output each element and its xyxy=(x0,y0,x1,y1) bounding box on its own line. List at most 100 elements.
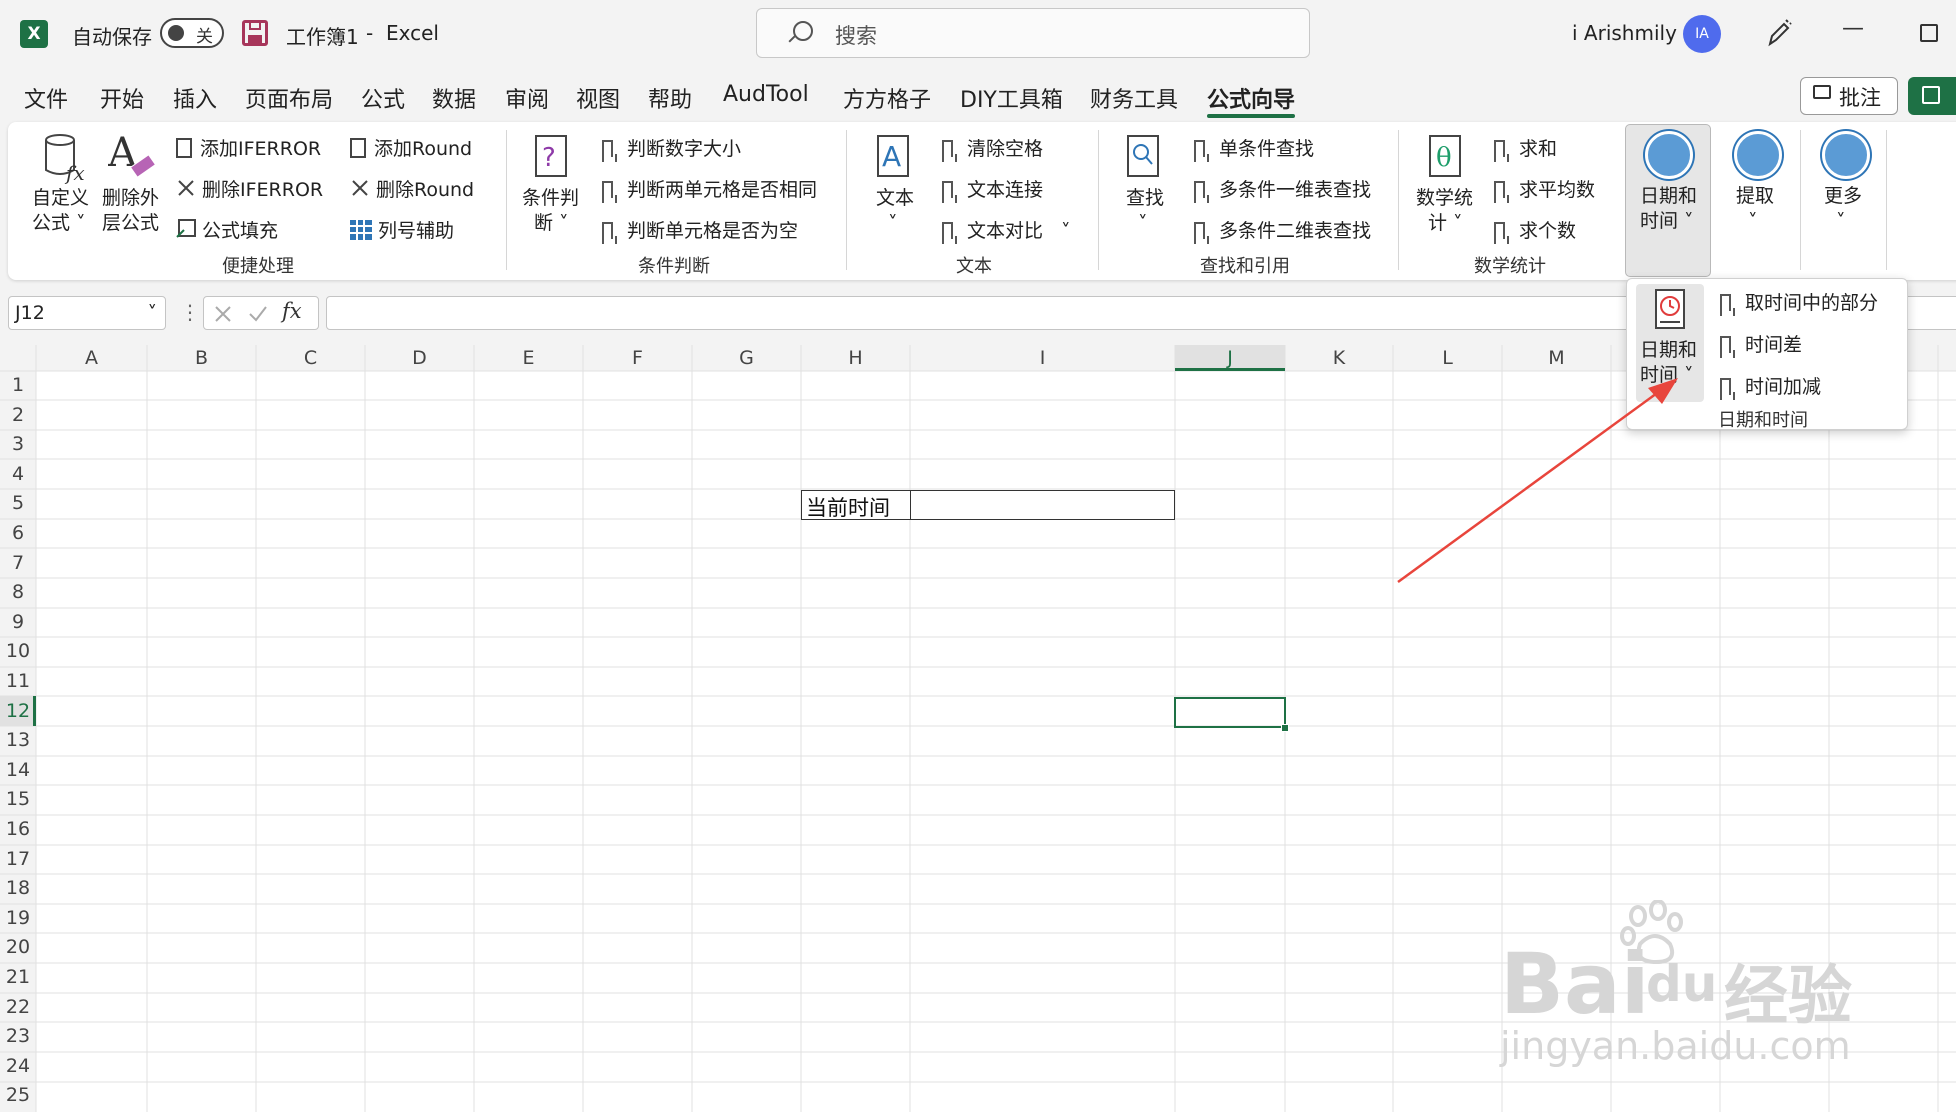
math-stats-button[interactable]: 数学统 计 ˅ xyxy=(1416,186,1473,236)
tab-fangfang[interactable]: 方方格子 xyxy=(843,82,931,114)
pen-icon[interactable] xyxy=(1766,18,1792,48)
tab-home[interactable]: 开始 xyxy=(100,82,144,114)
tab-audtool[interactable]: AudTool xyxy=(723,82,809,107)
tab-formulas[interactable]: 公式 xyxy=(361,82,405,114)
column-header-d[interactable]: D xyxy=(365,345,474,371)
more-circle-icon[interactable] xyxy=(1822,131,1870,179)
text-compare-button[interactable]: 文本对比 ˅ xyxy=(942,216,1071,244)
row-header-8[interactable]: 8 xyxy=(0,578,36,608)
judge-cell-empty-button[interactable]: 判断单元格是否为空 xyxy=(602,216,798,244)
row-header-18[interactable]: 18 xyxy=(0,874,36,904)
row-header-4[interactable]: 4 xyxy=(0,460,36,490)
column-header-g[interactable]: G xyxy=(692,345,801,371)
column-header-j[interactable]: J xyxy=(1175,345,1285,371)
comment-button[interactable]: 批注 xyxy=(1800,77,1898,115)
condition-button[interactable]: 条件判 断 ˅ xyxy=(522,186,579,236)
extract-button[interactable]: 提取 ˅ xyxy=(1736,184,1774,234)
insert-function-icon[interactable]: fx xyxy=(282,299,302,323)
add-round-button[interactable]: 添加Round xyxy=(350,134,472,161)
text-button[interactable]: 文本 ˅ xyxy=(876,186,914,236)
remove-outer-formula-button[interactable]: 删除外 层公式 xyxy=(102,186,159,236)
lookup-button[interactable]: 查找 ˅ xyxy=(1126,186,1164,236)
name-box[interactable]: J12 ˅ xyxy=(8,296,166,330)
row-header-9[interactable]: 9 xyxy=(0,608,36,638)
autosave-toggle[interactable]: 关 xyxy=(160,18,224,48)
column-header-e[interactable]: E xyxy=(474,345,583,371)
row-header-22[interactable]: 22 xyxy=(0,993,36,1023)
tab-page-layout[interactable]: 页面布局 xyxy=(245,82,333,114)
more-button[interactable]: 更多 ˅ xyxy=(1824,184,1862,234)
avatar[interactable]: IA xyxy=(1683,15,1721,53)
row-header-20[interactable]: 20 xyxy=(0,933,36,963)
tab-formula-wizard[interactable]: 公式向导 xyxy=(1207,82,1295,114)
row-header-15[interactable]: 15 xyxy=(0,785,36,815)
time-part-button[interactable]: 取时间中的部分 xyxy=(1720,288,1878,316)
column-header-f[interactable]: F xyxy=(583,345,692,371)
column-header-m[interactable]: M xyxy=(1502,345,1611,371)
minimize-icon[interactable]: — xyxy=(1842,16,1864,41)
row-header-3[interactable]: 3 xyxy=(0,430,36,460)
row-header-10[interactable]: 10 xyxy=(0,637,36,667)
column-header-c[interactable]: C xyxy=(256,345,365,371)
column-header-h[interactable]: H xyxy=(801,345,910,371)
row-header-16[interactable]: 16 xyxy=(0,815,36,845)
row-header-11[interactable]: 11 xyxy=(0,667,36,697)
column-header-l[interactable]: L xyxy=(1393,345,1502,371)
tab-help[interactable]: 帮助 xyxy=(648,82,692,114)
cell-i5[interactable] xyxy=(911,491,1174,519)
restore-icon[interactable] xyxy=(1920,24,1938,42)
share-button[interactable] xyxy=(1908,77,1956,115)
more-options-icon[interactable]: ⋮ xyxy=(180,300,200,324)
row-header-23[interactable]: 23 xyxy=(0,1022,36,1052)
column-helper-button[interactable]: 列号辅助 xyxy=(350,216,454,243)
tab-insert[interactable]: 插入 xyxy=(173,82,217,114)
multi-condition-2d-lookup-button[interactable]: 多条件二维表查找 xyxy=(1194,216,1371,244)
extract-circle-icon[interactable] xyxy=(1734,131,1782,179)
row-header-25[interactable]: 25 xyxy=(0,1081,36,1111)
sum-button[interactable]: 求和 xyxy=(1494,134,1557,162)
confirm-icon[interactable] xyxy=(248,305,268,323)
row-header-24[interactable]: 24 xyxy=(0,1052,36,1082)
row-header-7[interactable]: 7 xyxy=(0,549,36,579)
clear-spaces-button[interactable]: 清除空格 xyxy=(942,134,1043,162)
cell-h5[interactable]: 当前时间 xyxy=(806,492,890,522)
average-button[interactable]: 求平均数 xyxy=(1494,175,1595,203)
tab-finance-tools[interactable]: 财务工具 xyxy=(1090,82,1178,114)
column-header-i[interactable]: I xyxy=(910,345,1175,371)
add-iferror-button[interactable]: 添加IFERROR xyxy=(176,134,321,161)
single-condition-lookup-button[interactable]: 单条件查找 xyxy=(1194,134,1314,162)
column-header-b[interactable]: B xyxy=(147,345,256,371)
row-header-13[interactable]: 13 xyxy=(0,726,36,756)
column-header-k[interactable]: K xyxy=(1285,345,1393,371)
judge-number-size-button[interactable]: 判断数字大小 xyxy=(602,134,741,162)
text-concat-button[interactable]: 文本连接 xyxy=(942,175,1043,203)
tab-review[interactable]: 审阅 xyxy=(505,82,549,114)
time-add-subtract-button[interactable]: 时间加减 xyxy=(1720,372,1821,400)
row-header-14[interactable]: 14 xyxy=(0,756,36,786)
save-icon[interactable] xyxy=(242,20,268,46)
row-header-1[interactable]: 1 xyxy=(0,371,36,401)
row-header-12[interactable]: 12 xyxy=(0,697,36,727)
row-header-19[interactable]: 19 xyxy=(0,904,36,934)
cancel-icon[interactable] xyxy=(214,305,232,323)
formula-fill-button[interactable]: 公式填充 xyxy=(176,216,278,244)
judge-cells-same-button[interactable]: 判断两单元格是否相同 xyxy=(602,175,817,203)
column-header-a[interactable]: A xyxy=(36,345,147,371)
row-header-6[interactable]: 6 xyxy=(0,519,36,549)
remove-iferror-button[interactable]: 删除IFERROR xyxy=(176,175,323,203)
multi-condition-1d-lookup-button[interactable]: 多条件一维表查找 xyxy=(1194,175,1371,203)
custom-formula-button[interactable]: 自定义 公式 ˅ xyxy=(32,186,89,236)
remove-round-button[interactable]: 删除Round xyxy=(350,175,474,203)
row-header-2[interactable]: 2 xyxy=(0,401,36,431)
tab-diy-toolbox[interactable]: DIY工具箱 xyxy=(960,82,1063,114)
tab-data[interactable]: 数据 xyxy=(432,82,476,114)
search-box[interactable]: 搜索 xyxy=(756,8,1310,58)
fill-handle[interactable] xyxy=(1281,724,1289,732)
time-diff-button[interactable]: 时间差 xyxy=(1720,330,1802,358)
tab-view[interactable]: 视图 xyxy=(576,82,620,114)
selected-cell-j12[interactable] xyxy=(1174,697,1286,728)
row-header-17[interactable]: 17 xyxy=(0,845,36,875)
row-header-21[interactable]: 21 xyxy=(0,963,36,993)
chevron-down-icon[interactable]: ˅ xyxy=(148,297,158,329)
tab-file[interactable]: 文件 xyxy=(24,82,68,114)
